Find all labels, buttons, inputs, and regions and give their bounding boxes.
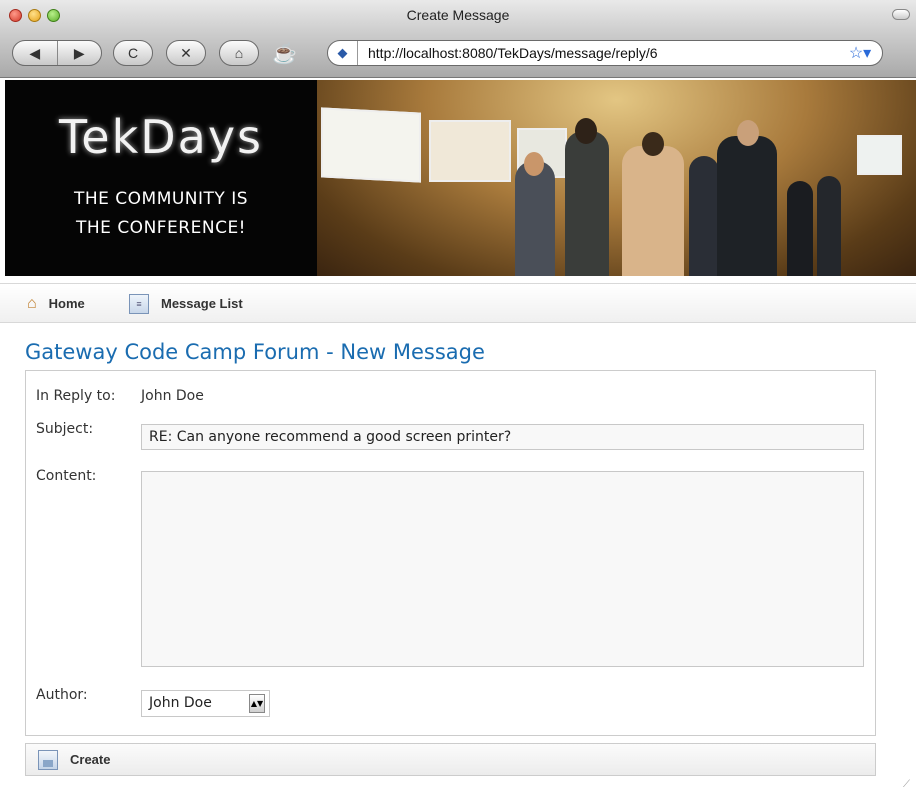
create-button-label: Create [70, 752, 111, 767]
save-disk-icon [38, 749, 58, 770]
home-icon: ⌂ [234, 45, 244, 61]
window-titlebar: Create Message [0, 0, 916, 30]
resize-grip-icon[interactable]: ⟋ [903, 779, 910, 790]
nav-message-list-link[interactable]: ≡ Message List [129, 284, 243, 324]
author-label: Author: [36, 687, 88, 703]
page-title: Gateway Code Camp Forum - New Message [25, 340, 485, 364]
home-button[interactable]: ⌂ [219, 40, 259, 66]
dropdown-arrow-icon: ▲▼ [249, 694, 265, 713]
person [622, 146, 684, 276]
toolbar-toggle-button[interactable] [892, 9, 910, 20]
in-reply-to-label: In Reply to: [36, 388, 116, 404]
list-document-icon: ≡ [129, 294, 149, 314]
person-head [575, 118, 597, 144]
in-reply-to-value: John Doe [141, 388, 204, 404]
nav-message-list-label: Message List [161, 296, 243, 311]
person-head [524, 152, 544, 176]
site-icon: ◆ [328, 41, 358, 65]
nav-home-link[interactable]: ⌂ Home [27, 284, 85, 324]
reload-icon: C [127, 45, 139, 61]
window-zoom-button[interactable] [47, 9, 60, 22]
window-minimize-button[interactable] [28, 9, 41, 22]
house-icon: ⌂ [27, 295, 37, 312]
back-forward-group: ◀ ▶ [12, 40, 102, 66]
poster-board [857, 135, 902, 175]
tagline-line-2: THE CONFERENCE! [76, 218, 246, 238]
create-button[interactable]: Create [38, 744, 110, 775]
browser-toolbar: ◀ ▶ C ✕ ⌂ ☕ ◆ http://localhost:8080/TekD… [0, 30, 916, 78]
tagline-line-1: THE COMMUNITY IS [73, 189, 249, 209]
person [787, 181, 813, 276]
address-bar[interactable]: ◆ http://localhost:8080/TekDays/message/… [327, 40, 883, 66]
window-title: Create Message [406, 7, 510, 23]
author-selected-value: John Doe [149, 695, 212, 711]
conference-photo [317, 80, 916, 276]
person-head [642, 132, 664, 156]
back-button[interactable]: ◀ [13, 45, 57, 62]
tea-cup-icon[interactable]: ☕ [272, 41, 297, 66]
poster-board [429, 120, 511, 182]
forward-button[interactable]: ▶ [57, 45, 101, 62]
site-tagline: THE COMMUNITY IS THE CONFERENCE! [5, 185, 317, 243]
subject-field[interactable]: RE: Can anyone recommend a good screen p… [141, 424, 864, 450]
author-select[interactable]: John Doe ▲▼ [141, 690, 270, 717]
site-logo: TekDays [58, 110, 264, 164]
person [689, 156, 719, 276]
person [565, 131, 609, 276]
stop-icon: ✕ [180, 44, 192, 61]
logo-panel: TekDays THE COMMUNITY IS THE CONFERENCE! [5, 80, 317, 276]
url-text[interactable]: http://localhost:8080/TekDays/message/re… [358, 45, 838, 61]
content-textarea[interactable] [141, 471, 864, 667]
person-head [737, 120, 759, 146]
nav-bar: ⌂ Home ≡ Message List [0, 283, 916, 323]
bookmark-star-icon[interactable]: ☆▾ [838, 43, 882, 63]
content-label: Content: [36, 468, 97, 484]
stop-button[interactable]: ✕ [166, 40, 206, 66]
person [817, 176, 841, 276]
poster-board [321, 107, 421, 183]
person [717, 136, 777, 276]
person [515, 161, 555, 276]
message-form: In Reply to: John Doe Subject: RE: Can a… [25, 370, 876, 736]
nav-home-label: Home [48, 296, 85, 311]
site-banner: TekDays THE COMMUNITY IS THE CONFERENCE! [5, 80, 916, 276]
button-bar: Create [25, 743, 876, 776]
reload-button[interactable]: C [113, 40, 153, 66]
subject-label: Subject: [36, 421, 94, 437]
window-close-button[interactable] [9, 9, 22, 22]
